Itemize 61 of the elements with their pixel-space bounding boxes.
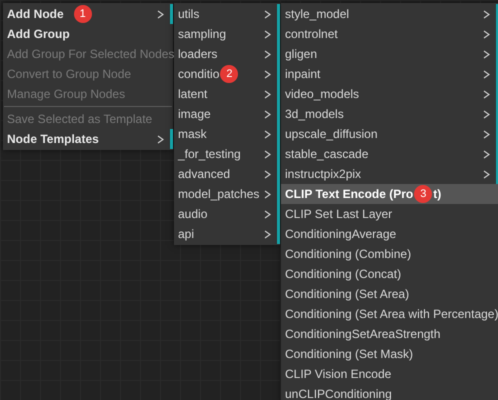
menu-item-label: Manage Group Nodes [7,86,126,103]
menu-item-label: advanced [178,166,230,183]
menu-item-label: Add Node [7,6,64,23]
menu-item-label: instructpix2pix [285,166,362,183]
menu-item[interactable]: Conditioning (Concat) [281,264,498,284]
menu-item[interactable]: Conditioning (Set Area with Percentage) [281,304,498,324]
menu-item[interactable]: ConditioningSetAreaStrength [281,324,498,344]
menu-item[interactable]: CLIP Set Last Layer [281,204,498,224]
menu-item-label: Add Group [7,26,70,43]
menu-item-label: CLIP Text Encode (Pro [285,186,414,203]
menu-item-label: _for_testing [178,146,241,163]
menu-item-label: model_patches [178,186,260,203]
menu-item[interactable]: stable_cascade [281,144,498,164]
menu-item-label: Save Selected as Template [7,111,152,128]
menu-item-label: sampling [178,26,226,43]
menu-item-label: Conditioning (Set Area) [285,286,410,303]
menu-item-label: api [178,226,194,243]
menu-item[interactable]: CLIP Text Encode (Pro 3 t) [281,184,498,204]
menu-item-label: latent [178,86,208,103]
menu-item-label: Node Templates [7,131,99,148]
menu-item-label: audio [178,206,208,223]
step-badge: 2 [220,65,238,83]
menu-item[interactable]: controlnet [281,24,498,44]
menu-item[interactable]: Conditioning (Set Area) [281,284,498,304]
menu-item-label: ConditioningSetAreaStrength [285,326,440,343]
menu-item-label: mask [178,126,207,143]
menu-item-label: image [178,106,211,123]
menu-item-label: inpaint [285,66,320,83]
menu-item-label: stable_cascade [285,146,368,163]
menu-item-label: upscale_diffusion [285,126,378,143]
menu-item-label: CLIP Set Last Layer [285,206,392,223]
menu-item-label: ConditioningAverage [285,226,396,243]
menu-item-label: controlnet [285,26,338,43]
menu-item-label: Conditioning (Set Area with Percentage) [285,306,498,323]
step-badge: 3 [414,185,432,203]
menu-item[interactable]: upscale_diffusion [281,124,498,144]
menu-item-label: 3d_models [285,106,344,123]
menu-item-label: Conditioning (Combine) [285,246,412,263]
menu-item-label: Add Group For Selected Nodes [7,46,174,63]
menu-item[interactable]: video_models [281,84,498,104]
menu-item-label: CLIP Vision Encode [285,366,392,383]
menu-item-label: Conditioning (Set Mask) [285,346,414,363]
menu-item[interactable]: 3d_models [281,104,498,124]
menu-item[interactable]: Conditioning (Set Mask) [281,344,498,364]
menu-item-label: t) [433,186,442,203]
menu-item-label: utils [178,6,200,23]
menu-item[interactable]: Add Group [3,24,173,44]
menu-item-label: video_models [285,86,360,103]
menu-item[interactable]: style_model [281,4,498,24]
menu-item-label: gligen [285,46,318,63]
menu-item-label: loaders [178,46,218,63]
menu-item-label: conditio [178,66,220,83]
menu-item-label: Convert to Group Node [7,66,132,83]
menu-item[interactable]: inpaint [281,64,498,84]
menu-item[interactable]: ConditioningAverage [281,224,498,244]
menu-item[interactable]: CLIP Vision Encode [281,364,498,384]
menu-item[interactable]: gligen [281,44,498,64]
menu-item-label: style_model [285,6,350,23]
menu-item-label: Conditioning (Concat) [285,266,402,283]
menu-item[interactable]: Conditioning (Combine) [281,244,498,264]
step-badge: 1 [74,5,92,23]
